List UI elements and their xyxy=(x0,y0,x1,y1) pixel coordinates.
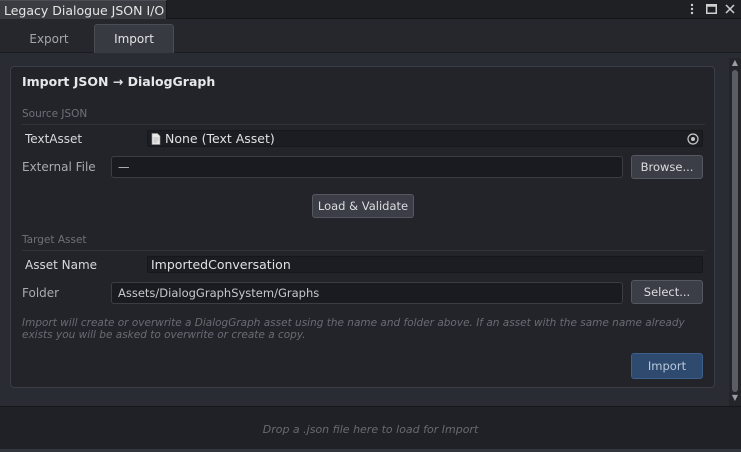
kebab-menu-icon[interactable] xyxy=(685,2,699,16)
import-help-text: Import will create or overwrite a Dialog… xyxy=(22,317,685,341)
folder-label: Folder xyxy=(22,286,60,300)
import-panel: Import JSON → DialogGraph Source JSON Te… xyxy=(10,66,715,388)
tab-export[interactable]: Export xyxy=(10,24,88,53)
window-title: Legacy Dialogue JSON I/O xyxy=(4,3,165,18)
close-icon[interactable] xyxy=(723,2,737,16)
object-picker-icon[interactable] xyxy=(686,132,700,146)
import-button[interactable]: Import xyxy=(631,353,703,379)
scroll-up-icon[interactable]: ▲ xyxy=(731,59,739,67)
tab-import[interactable]: Import xyxy=(94,24,174,53)
window-titlebar: Legacy Dialogue JSON I/O xyxy=(0,0,741,19)
section-label-target: Target Asset xyxy=(22,234,87,246)
text-asset-value: None (Text Asset) xyxy=(165,131,275,146)
window-controls xyxy=(685,1,737,17)
import-view: Import JSON → DialogGraph Source JSON Te… xyxy=(0,54,741,406)
text-asset-field[interactable]: None (Text Asset) xyxy=(147,130,703,147)
folder-field[interactable]: Assets/DialogGraphSystem/Graphs xyxy=(111,282,623,304)
scrollbar-thumb[interactable] xyxy=(732,70,738,392)
external-file-label: External File xyxy=(22,160,96,174)
drop-zone-text: Drop a .json file here to load for Impor… xyxy=(262,423,479,436)
window-title-tab[interactable]: Legacy Dialogue JSON I/O xyxy=(0,0,167,19)
asset-name-label: Asset Name xyxy=(25,258,98,272)
tab-strip: Export Import xyxy=(0,19,741,53)
load-validate-button[interactable]: Load & Validate xyxy=(312,194,414,218)
text-asset-icon xyxy=(151,132,161,145)
section-divider xyxy=(22,124,705,125)
browse-button[interactable]: Browse... xyxy=(631,155,703,179)
json-drop-zone[interactable]: Drop a .json file here to load for Impor… xyxy=(0,406,741,452)
external-file-field[interactable]: — xyxy=(111,156,623,178)
section-label-source: Source JSON xyxy=(22,108,88,120)
scroll-down-icon[interactable]: ▼ xyxy=(731,394,739,402)
select-folder-button[interactable]: Select... xyxy=(631,280,703,304)
maximize-icon[interactable] xyxy=(704,2,718,16)
panel-title: Import JSON → DialogGraph xyxy=(22,74,216,89)
section-divider xyxy=(22,250,705,251)
asset-name-field[interactable]: ImportedConversation xyxy=(147,256,703,273)
text-asset-label: TextAsset xyxy=(25,132,83,146)
vertical-scrollbar[interactable]: ▲ ▼ xyxy=(729,58,741,406)
